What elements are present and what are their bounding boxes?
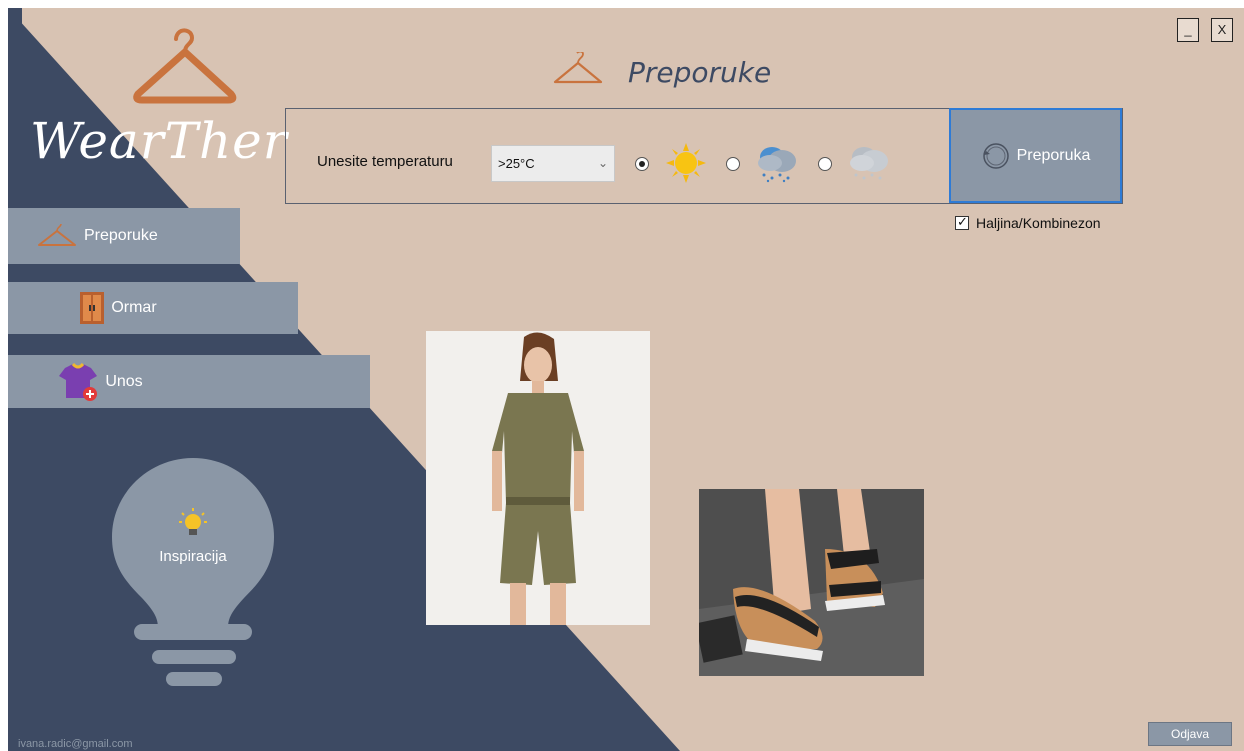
user-email: ivana.radic@gmail.com	[18, 738, 133, 750]
sidebar-item-ormar[interactable]: Ormar	[8, 282, 298, 334]
app-logo: WearTher	[30, 112, 288, 170]
wardrobe-icon	[79, 291, 105, 325]
logout-button[interactable]: Odjava	[1148, 722, 1232, 746]
jumpsuit-photo	[426, 331, 650, 625]
minimize-button[interactable]: _	[1177, 18, 1199, 42]
dress-checkbox[interactable]: Haljina/Kombinezon	[955, 214, 1101, 231]
snow-cloud-icon	[850, 147, 888, 180]
product-image-sandals[interactable]	[699, 489, 924, 676]
weather-radio-rainy[interactable]	[726, 157, 740, 171]
recommend-button[interactable]: Preporuka	[949, 108, 1122, 203]
close-button[interactable]: X	[1211, 18, 1233, 42]
sidebar-item-label: Unos	[105, 372, 143, 390]
weather-radio-sunny[interactable]	[635, 157, 649, 171]
recommend-button-label: Preporuka	[1016, 146, 1091, 164]
dress-checkbox-label: Haljina/Kombinezon	[976, 215, 1101, 231]
chevron-down-icon: ⌄	[597, 156, 608, 170]
inspiration-label: Inspiracija	[159, 548, 227, 565]
temperature-label: Unesite temperaturu	[317, 153, 453, 170]
hanger-logo-icon	[133, 28, 237, 104]
temperature-select[interactable]: >25°C ⌄	[491, 145, 615, 182]
temperature-value: >25°C	[498, 156, 535, 171]
inspiration-button[interactable]	[112, 456, 274, 696]
sidebar-item-label: Ormar	[111, 299, 157, 316]
sandals-photo	[699, 489, 924, 676]
sidebar-item-label: Preporuke	[84, 227, 158, 244]
rain-cloud-icon	[758, 147, 796, 183]
app-window: _ X WearTher Preporuke Ormar Unos Inspir…	[8, 8, 1244, 751]
hanger-icon	[36, 223, 78, 249]
hanger-icon	[553, 52, 603, 84]
add-shirt-icon	[57, 362, 99, 402]
lightbulb-icon	[179, 508, 207, 535]
refresh-icon	[981, 141, 1011, 171]
sidebar-item-unos[interactable]: Unos	[8, 355, 370, 408]
sun-icon	[666, 143, 706, 183]
product-image-jumpsuit[interactable]	[426, 331, 650, 625]
checkbox-box[interactable]	[955, 214, 969, 230]
sidebar-item-preporuke[interactable]: Preporuke	[8, 208, 240, 264]
weather-radio-cloudy[interactable]	[818, 157, 832, 171]
page-title: Preporuke	[628, 56, 772, 89]
